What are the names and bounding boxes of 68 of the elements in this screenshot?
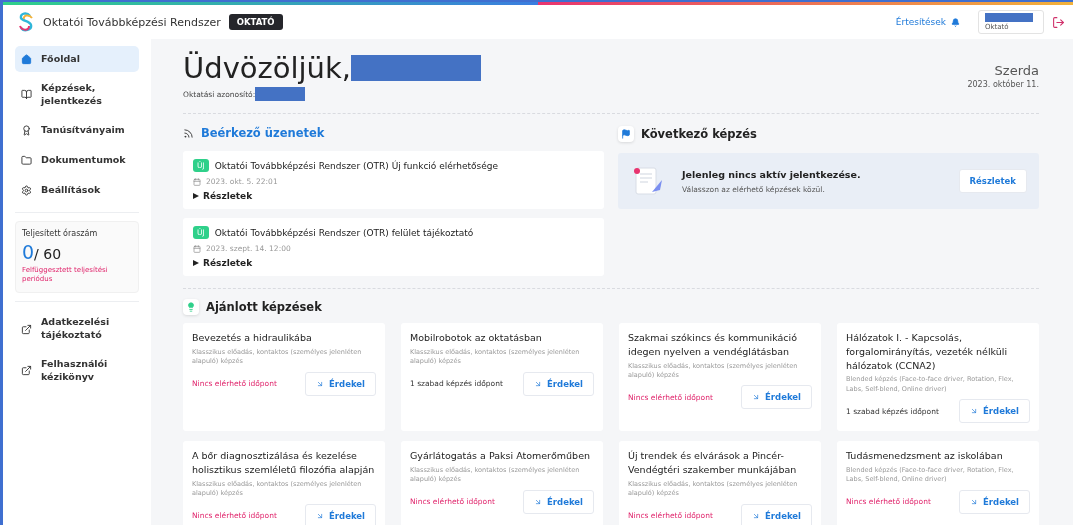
external-link-icon xyxy=(21,323,32,335)
bell-icon xyxy=(951,17,960,27)
message-title: Oktatói Továbbképzési Rendszer (OTR) felület tájékoztató xyxy=(214,227,474,238)
details-button[interactable]: Részletek xyxy=(958,169,1027,193)
sidebar-item[interactable]: Képzések, jelentkezés xyxy=(15,76,139,114)
interest-button[interactable]: Érdekel xyxy=(523,489,594,514)
app-title: Oktatói Továbbképzési Rendszer xyxy=(43,15,221,29)
flag-icon xyxy=(618,126,634,142)
interest-button[interactable]: Érdekel xyxy=(305,371,376,396)
training-title: A bőr diagnosztizálása és kezelése holisztikus szemléletű filozófia alapján xyxy=(192,449,376,477)
sidebar-item[interactable]: Beállítások xyxy=(15,177,139,204)
training-title: Hálózatok I. - Kapcsolás, forgalomirányítás, vezeték nélküli hálózatok (CCNA2) xyxy=(846,331,1009,373)
message-title: Oktatói Továbbképzési Rendszer (OTR) Új funkció elérhetősége xyxy=(214,160,499,171)
arrow-icon xyxy=(752,511,761,520)
training-title: Bevezetés a hidraulikába xyxy=(192,331,313,345)
sidebar-item[interactable]: Főoldal xyxy=(15,46,139,72)
interest-button[interactable]: Érdekel xyxy=(959,399,1030,424)
training-title: Mobilrobotok az oktatásban xyxy=(410,331,543,345)
section-title: Következő képzés xyxy=(641,127,757,141)
lightbulb-icon xyxy=(183,299,199,315)
sidebar-item[interactable]: Dokumentumok xyxy=(15,147,139,174)
role-badge: OKTATÓ xyxy=(228,14,283,30)
training-title: Szakmai szókincs és kommunikáció idegen nyelven a vendéglátásban xyxy=(628,331,798,359)
caret-icon xyxy=(193,193,199,199)
hours-title: Teljesített óraszám xyxy=(22,228,99,238)
details-toggle[interactable]: Részletek xyxy=(193,258,253,268)
welcome-heading: Üdvözöljük, xyxy=(183,51,351,85)
calendar-icon xyxy=(193,177,201,186)
training-title: Új trendek és elvárások a Pincér-Vendégtéri szakember munkájában xyxy=(628,449,798,477)
hours-total: / 60 xyxy=(34,245,62,262)
caret-icon xyxy=(193,260,199,266)
notifications-link[interactable]: Értesítések xyxy=(895,17,960,27)
training-title: Tudásmenedzsment az iskolában xyxy=(846,449,1004,463)
sidebar-item[interactable]: Tanúsítványaim xyxy=(15,117,139,144)
arrow-icon xyxy=(316,379,325,388)
interest-button[interactable]: Érdekel xyxy=(741,385,812,410)
redaction-block xyxy=(255,87,306,101)
details-toggle[interactable]: Részletek xyxy=(193,191,253,201)
calendar-icon xyxy=(193,244,201,253)
interest-button[interactable]: Érdekel xyxy=(741,503,812,525)
external-link-icon xyxy=(21,365,32,377)
interest-button[interactable]: Érdekel xyxy=(959,489,1030,514)
section-title: Ajánlott képzések xyxy=(206,300,322,314)
next-training-heading: Jelenleg nincs aktív jelentkezése. xyxy=(682,168,862,180)
arrow-icon xyxy=(752,393,761,402)
arrow-icon xyxy=(534,497,543,506)
section-title: Beérkező üzenetek xyxy=(201,126,325,140)
rss-icon xyxy=(183,127,194,139)
hours-done: 0 xyxy=(22,240,35,263)
arrow-icon xyxy=(970,497,979,506)
arrow-icon xyxy=(970,407,979,416)
settings-icon xyxy=(21,185,32,197)
folder-icon xyxy=(21,155,32,167)
award-icon xyxy=(21,125,32,137)
interest-button[interactable]: Érdekel xyxy=(523,371,594,396)
date: 2023. október 11. xyxy=(967,80,1039,89)
redaction-block xyxy=(985,13,1033,22)
book-icon xyxy=(21,89,32,101)
home-icon xyxy=(21,53,32,65)
sidebar-link[interactable]: Felhasználói kézikönyv xyxy=(15,351,139,390)
weekday: Szerda xyxy=(994,63,1039,78)
training-title: Gyárlátogatás a Paksi Atomerőműben xyxy=(410,449,591,463)
sidebar-link[interactable]: Adatkezelési tájékoztató xyxy=(15,310,139,348)
arrow-icon xyxy=(534,379,543,388)
interest-button[interactable]: Érdekel xyxy=(305,503,376,525)
logo-icon xyxy=(17,12,35,32)
arrow-icon xyxy=(316,511,325,520)
logout-icon[interactable] xyxy=(1052,15,1065,29)
